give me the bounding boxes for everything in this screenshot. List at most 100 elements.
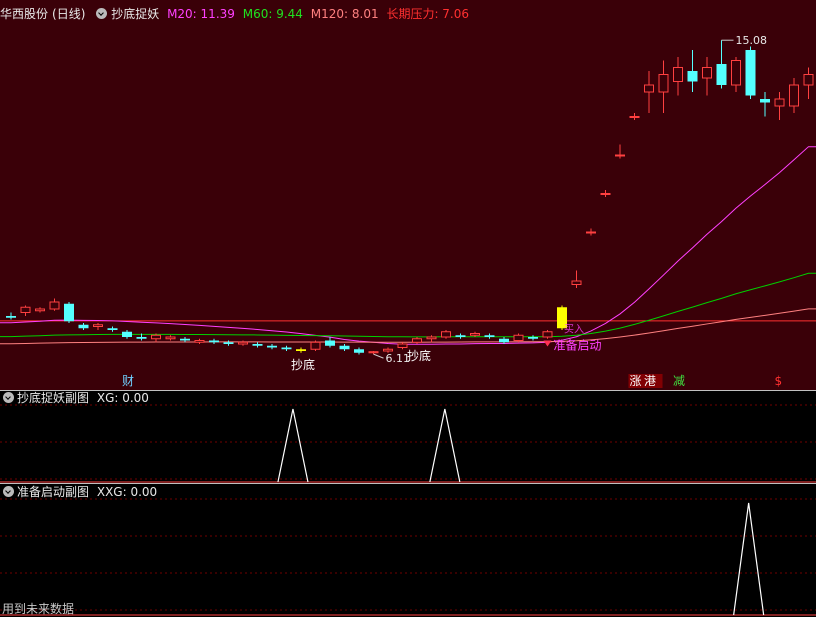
candle — [281, 345, 292, 351]
event-mark: 财 — [122, 374, 134, 388]
candle — [339, 344, 350, 351]
candle-body — [600, 193, 611, 195]
candle-body — [136, 337, 147, 339]
candle — [615, 144, 625, 159]
candle-body — [6, 316, 16, 318]
candle — [702, 57, 712, 96]
candle-body — [426, 336, 437, 340]
candle — [542, 330, 553, 339]
candle-body — [716, 64, 727, 85]
candle-body — [687, 71, 698, 82]
candle-body — [586, 231, 596, 234]
candle-body — [20, 306, 31, 313]
candle — [267, 344, 277, 350]
candle — [789, 78, 799, 113]
candle — [165, 335, 176, 341]
low-leader — [373, 353, 384, 359]
candle-body — [296, 349, 306, 351]
candle-body — [455, 335, 466, 337]
main-chart-panel[interactable]: 华西股份 (日线) 抄底捉妖 M20: 11.39 M60: 9.44 M120:… — [0, 0, 816, 390]
candle-body — [194, 340, 205, 343]
candle-body — [513, 334, 524, 341]
candle-body — [209, 340, 219, 343]
candle-body — [615, 154, 625, 157]
candle-body — [702, 67, 712, 79]
candle-body — [310, 341, 321, 350]
candle — [78, 323, 89, 330]
candle-body — [267, 345, 277, 348]
candle — [107, 326, 118, 332]
candle-body — [528, 337, 538, 339]
candle — [223, 340, 234, 346]
high-price-label: 15.08 — [736, 34, 768, 47]
candle-body — [644, 84, 654, 93]
candle-body — [673, 67, 683, 82]
candle — [325, 337, 335, 348]
footer-note: 用到未来数据 — [2, 602, 75, 616]
candle — [629, 113, 640, 120]
candle — [745, 46, 756, 99]
candle — [64, 302, 74, 323]
candle — [209, 338, 219, 344]
panel2-chart[interactable] — [0, 485, 816, 616]
candle-body — [803, 74, 814, 86]
diamond-icon — [543, 340, 552, 347]
candle — [716, 40, 727, 89]
candle — [151, 333, 161, 343]
candle-body — [745, 50, 756, 96]
event-mark: 涨 — [630, 373, 642, 388]
bottom-signal-label: 抄底 — [407, 348, 431, 363]
candle-body — [731, 60, 741, 86]
candle — [310, 340, 321, 351]
event-mark: 减 — [673, 374, 685, 388]
candle — [122, 330, 132, 339]
signal-peak — [429, 408, 461, 483]
candle — [194, 338, 205, 344]
candle — [426, 335, 437, 343]
candle — [687, 50, 698, 92]
candle — [412, 337, 422, 344]
signal-peak — [733, 502, 765, 616]
ma60-line — [0, 272, 816, 338]
candle — [20, 305, 31, 316]
panel1-chart[interactable] — [0, 391, 816, 483]
candle-body — [441, 331, 451, 338]
candle — [774, 92, 785, 120]
candle-body — [383, 348, 393, 352]
candle — [180, 337, 190, 343]
candle — [760, 92, 770, 117]
candle-body — [122, 331, 132, 337]
candle-body — [64, 303, 74, 322]
candle-body — [107, 328, 118, 330]
candle — [397, 342, 408, 350]
candle-body — [760, 99, 770, 103]
candle — [484, 333, 495, 339]
candle-body — [325, 340, 335, 346]
candle — [368, 351, 379, 355]
candle — [6, 312, 16, 320]
candle-body — [499, 338, 509, 343]
candle-body — [571, 280, 582, 285]
start-label: 准备启动 — [554, 339, 602, 353]
candle — [571, 270, 582, 288]
candle — [658, 60, 669, 113]
candle-body — [78, 324, 89, 329]
candle — [455, 333, 466, 339]
candle — [441, 330, 451, 339]
candle-body — [223, 342, 234, 344]
candle — [49, 298, 60, 311]
bottom-signal-label: 抄底 — [291, 357, 315, 372]
candle-body — [658, 74, 669, 93]
candle-body — [281, 347, 292, 350]
candle — [93, 323, 103, 330]
candle — [296, 347, 306, 353]
candle-body — [789, 84, 799, 107]
candle — [354, 347, 364, 355]
candle-body — [151, 334, 161, 340]
candlestick-chart[interactable]: 15.086.11抄底抄底准备启动买入财涨港减 $ — [0, 0, 816, 390]
candle-body — [165, 336, 176, 340]
event-mark: $ — [775, 374, 783, 388]
candle — [528, 335, 538, 341]
candle-body — [93, 324, 103, 327]
signal-peak — [277, 408, 309, 483]
